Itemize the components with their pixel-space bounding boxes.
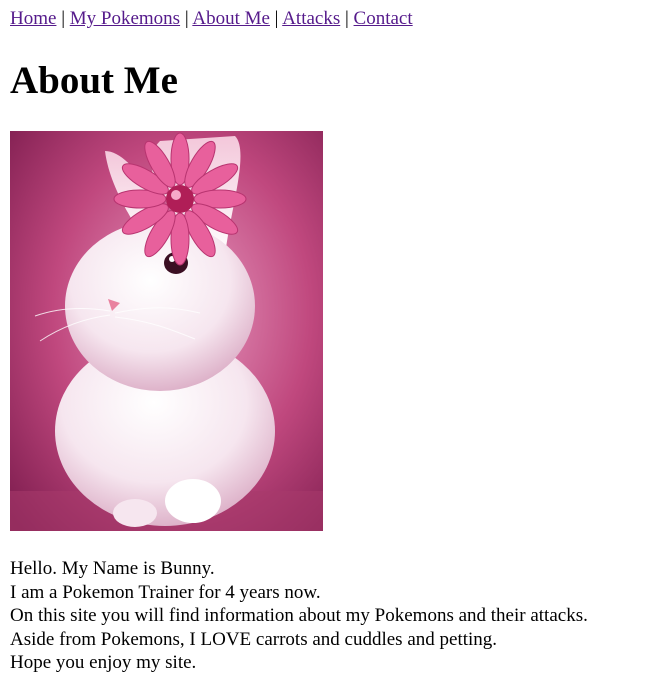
nav-separator: | [344, 8, 349, 29]
bio-line: Aside from Pokemons, I LOVE carrots and … [10, 628, 498, 650]
bio-text: Hello. My Name is Bunny. I am a Pokemon … [10, 557, 588, 675]
nav-separator: | [184, 8, 189, 29]
bunny-paw-front [165, 479, 221, 523]
bio-line: On this site you will find information a… [10, 605, 588, 626]
nav-separator: | [274, 8, 279, 29]
nav-link-home[interactable]: Home [10, 8, 56, 29]
nav-link-about-me[interactable]: About Me [192, 8, 270, 29]
bunny-photo [10, 131, 323, 531]
bio-line: Hope you enjoy my site. [10, 652, 197, 673]
nav-link-attacks[interactable]: Attacks [282, 8, 340, 29]
main-nav: Home | My Pokemons | About Me | Attacks … [10, 7, 413, 31]
bio-line: I am a Pokemon Trainer for 4 years now. [10, 581, 321, 603]
page-title: About Me [10, 59, 178, 102]
nav-separator: | [61, 8, 65, 29]
bunny-paw-back [113, 499, 157, 527]
bio-line: Hello. My Name is Bunny. [10, 558, 215, 579]
nav-link-my-pokemons[interactable]: My Pokemons [70, 8, 180, 29]
nav-link-contact[interactable]: Contact [354, 8, 413, 29]
